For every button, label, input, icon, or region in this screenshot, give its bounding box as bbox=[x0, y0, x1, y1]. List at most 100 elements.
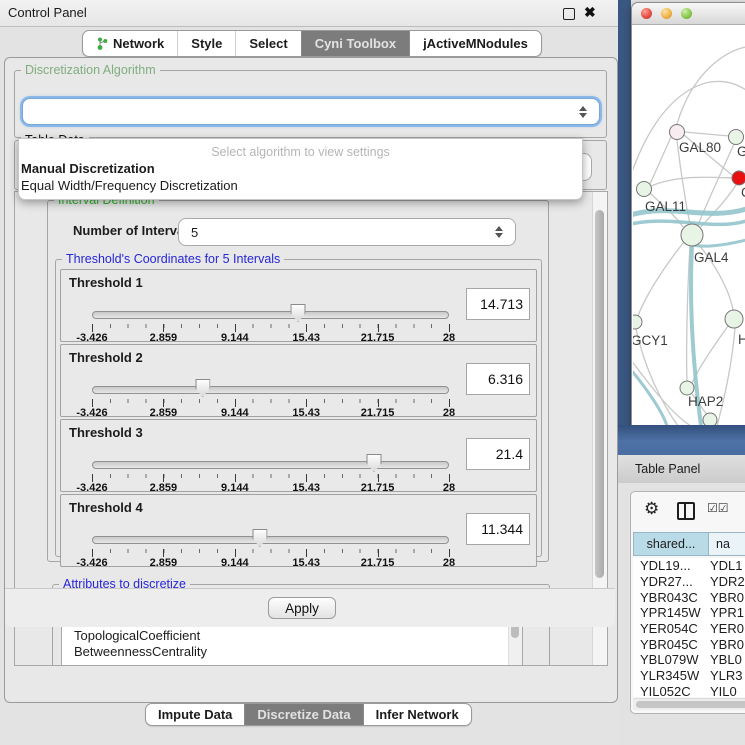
threshold-slider-thumb[interactable] bbox=[195, 379, 210, 397]
tab-label: jActiveMNodules bbox=[423, 36, 528, 51]
settings-gear-icon[interactable]: ⚙ bbox=[644, 499, 659, 519]
tick-label: -3.426 bbox=[76, 332, 107, 344]
slider-tick-labels: -3.4262.8599.14415.4321.71528 bbox=[92, 482, 449, 493]
table-horizontal-scrollbar[interactable] bbox=[633, 698, 745, 710]
close-icon[interactable]: ✖ bbox=[584, 4, 596, 21]
tick-label: 28 bbox=[443, 557, 455, 569]
close-traffic-light-icon[interactable] bbox=[641, 8, 652, 19]
network-node[interactable] bbox=[637, 182, 652, 197]
float-window-icon[interactable] bbox=[563, 8, 575, 20]
tick-label: 21.715 bbox=[361, 482, 395, 494]
threshold-value-field[interactable] bbox=[466, 513, 530, 545]
slider-tick-labels: -3.4262.8599.14415.4321.71528 bbox=[92, 332, 449, 343]
tab-network[interactable]: Network bbox=[83, 31, 177, 56]
table-panel-titlebar: Table Panel bbox=[618, 455, 745, 484]
threshold-slider-track[interactable] bbox=[92, 386, 449, 394]
threshold-slider-thumb[interactable] bbox=[291, 304, 306, 322]
apply-row: Apply bbox=[5, 588, 615, 627]
table-row[interactable]: YIL052CYIL0 bbox=[633, 684, 745, 698]
tick-label: 15.43 bbox=[292, 407, 320, 419]
algorithm-combo[interactable] bbox=[22, 98, 600, 125]
table-cell: YLR3 bbox=[710, 668, 745, 683]
table-row[interactable]: YDR27...YDR2 bbox=[633, 574, 745, 590]
network-view-window: GAL80GACGAL11GAL4GCY1HHAP2 bbox=[631, 2, 745, 427]
minimize-traffic-light-icon[interactable] bbox=[661, 8, 672, 19]
table-row[interactable]: YBR045CYBR0 bbox=[633, 636, 745, 652]
slider-tick-labels: -3.4262.8599.14415.4321.71528 bbox=[92, 557, 449, 568]
network-node[interactable] bbox=[670, 125, 685, 140]
node-label: GA bbox=[737, 144, 745, 159]
threshold-slider-thumb[interactable] bbox=[252, 529, 267, 547]
network-node[interactable] bbox=[633, 315, 642, 329]
threshold-value-field[interactable] bbox=[466, 288, 530, 320]
number-of-intervals-spinner[interactable]: 5 bbox=[178, 218, 516, 246]
algorithm-option[interactable]: Equal Width/Frequency Discretization bbox=[21, 178, 238, 193]
table-row[interactable]: YDL19...YDL1 bbox=[633, 558, 745, 574]
threshold-slider-track[interactable] bbox=[92, 461, 449, 469]
table-body: YDL19...YDL1YDR27...YDR2YBR043CYBR0YPR14… bbox=[633, 558, 745, 697]
table-cell: YBR0 bbox=[710, 590, 745, 605]
network-node[interactable] bbox=[729, 130, 744, 145]
tick-label: 28 bbox=[443, 332, 455, 344]
tab-discretize-data[interactable]: Discretize Data bbox=[244, 704, 362, 725]
table-row[interactable]: YER054CYER0 bbox=[633, 621, 745, 637]
tab-style[interactable]: Style bbox=[177, 31, 235, 56]
table-cell: YPR145W bbox=[633, 605, 710, 620]
threshold-panel: Threshold 1 -3.4262.8599.14415.4321.7152… bbox=[60, 269, 537, 342]
split-columns-icon[interactable] bbox=[677, 502, 695, 520]
tab-select[interactable]: Select bbox=[235, 31, 300, 56]
tick-label: 21.715 bbox=[361, 407, 395, 419]
tick-label: -3.426 bbox=[76, 482, 107, 494]
tick-label: -3.426 bbox=[76, 557, 107, 569]
threshold-label: Threshold 2 bbox=[69, 350, 143, 365]
combo-arrows-icon[interactable] bbox=[579, 106, 587, 118]
tick-label: 9.144 bbox=[221, 407, 249, 419]
attribute-item[interactable]: BetweennessCentrality bbox=[74, 644, 522, 660]
threshold-value-field[interactable] bbox=[466, 363, 530, 395]
tick-label: 2.859 bbox=[150, 332, 178, 344]
tick-label: 9.144 bbox=[221, 557, 249, 569]
tab-impute-data[interactable]: Impute Data bbox=[146, 704, 244, 725]
apply-button[interactable]: Apply bbox=[268, 597, 336, 619]
network-node[interactable] bbox=[681, 224, 703, 246]
network-node[interactable] bbox=[732, 171, 745, 185]
table-row[interactable]: YLR345WYLR3 bbox=[633, 668, 745, 684]
thresholds-group: Threshold's Coordinates for 5 Intervals … bbox=[55, 259, 542, 557]
network-node[interactable] bbox=[680, 381, 694, 395]
threshold-panel: Threshold 4 -3.4262.8599.14415.4321.7152… bbox=[60, 494, 537, 567]
tab-label: Infer Network bbox=[376, 707, 459, 722]
table-cell: YBL0 bbox=[710, 652, 745, 667]
tick-label: 15.43 bbox=[292, 332, 320, 344]
node-table: ⚙ ☑☑ shared...na YDL19...YDL1YDR27...YDR… bbox=[630, 491, 745, 714]
threshold-slider-track[interactable] bbox=[92, 536, 449, 544]
zoom-traffic-light-icon[interactable] bbox=[681, 8, 692, 19]
tick-label: 15.43 bbox=[292, 557, 320, 569]
table-row[interactable]: YBL079WYBL0 bbox=[633, 652, 745, 668]
threshold-slider-thumb[interactable] bbox=[367, 454, 382, 472]
slider-ticks bbox=[92, 474, 449, 482]
spinner-arrows-icon[interactable] bbox=[495, 226, 503, 238]
table-cell: YPR1 bbox=[710, 605, 745, 620]
threshold-value-field[interactable] bbox=[466, 438, 530, 470]
network-window-titlebar[interactable] bbox=[632, 3, 745, 25]
tab-jactivemnodules[interactable]: jActiveMNodules bbox=[409, 31, 541, 56]
network-canvas[interactable]: GAL80GACGAL11GAL4GCY1HHAP2 bbox=[633, 25, 745, 426]
group-title: Discretization Algorithm bbox=[21, 63, 160, 77]
attribute-item[interactable]: TopologicalCoefficient bbox=[74, 628, 522, 644]
control-panel-titlebar: Control Panel ✖ bbox=[0, 0, 618, 27]
table-row[interactable]: YBR043CYBR0 bbox=[633, 589, 745, 605]
node-label: GAL11 bbox=[645, 199, 686, 214]
bottom-tab-bar: Impute Data Discretize Data Infer Network bbox=[145, 703, 472, 726]
tab-infer-network[interactable]: Infer Network bbox=[363, 704, 471, 725]
algorithm-option[interactable]: Manual Discretization bbox=[21, 161, 155, 176]
table-row[interactable]: YPR145WYPR1 bbox=[633, 605, 745, 621]
column-header[interactable]: shared... bbox=[633, 532, 709, 556]
network-node[interactable] bbox=[725, 310, 743, 328]
column-header[interactable]: na bbox=[709, 532, 745, 556]
network-icon bbox=[96, 36, 108, 51]
column-checkboxes-icon[interactable]: ☑☑ bbox=[707, 501, 729, 515]
tab-cyni-toolbox[interactable]: Cyni Toolbox bbox=[301, 31, 409, 56]
tab-label: Impute Data bbox=[158, 707, 232, 722]
threshold-slider-track[interactable] bbox=[92, 311, 449, 319]
table-cell: YBR0 bbox=[710, 637, 745, 652]
